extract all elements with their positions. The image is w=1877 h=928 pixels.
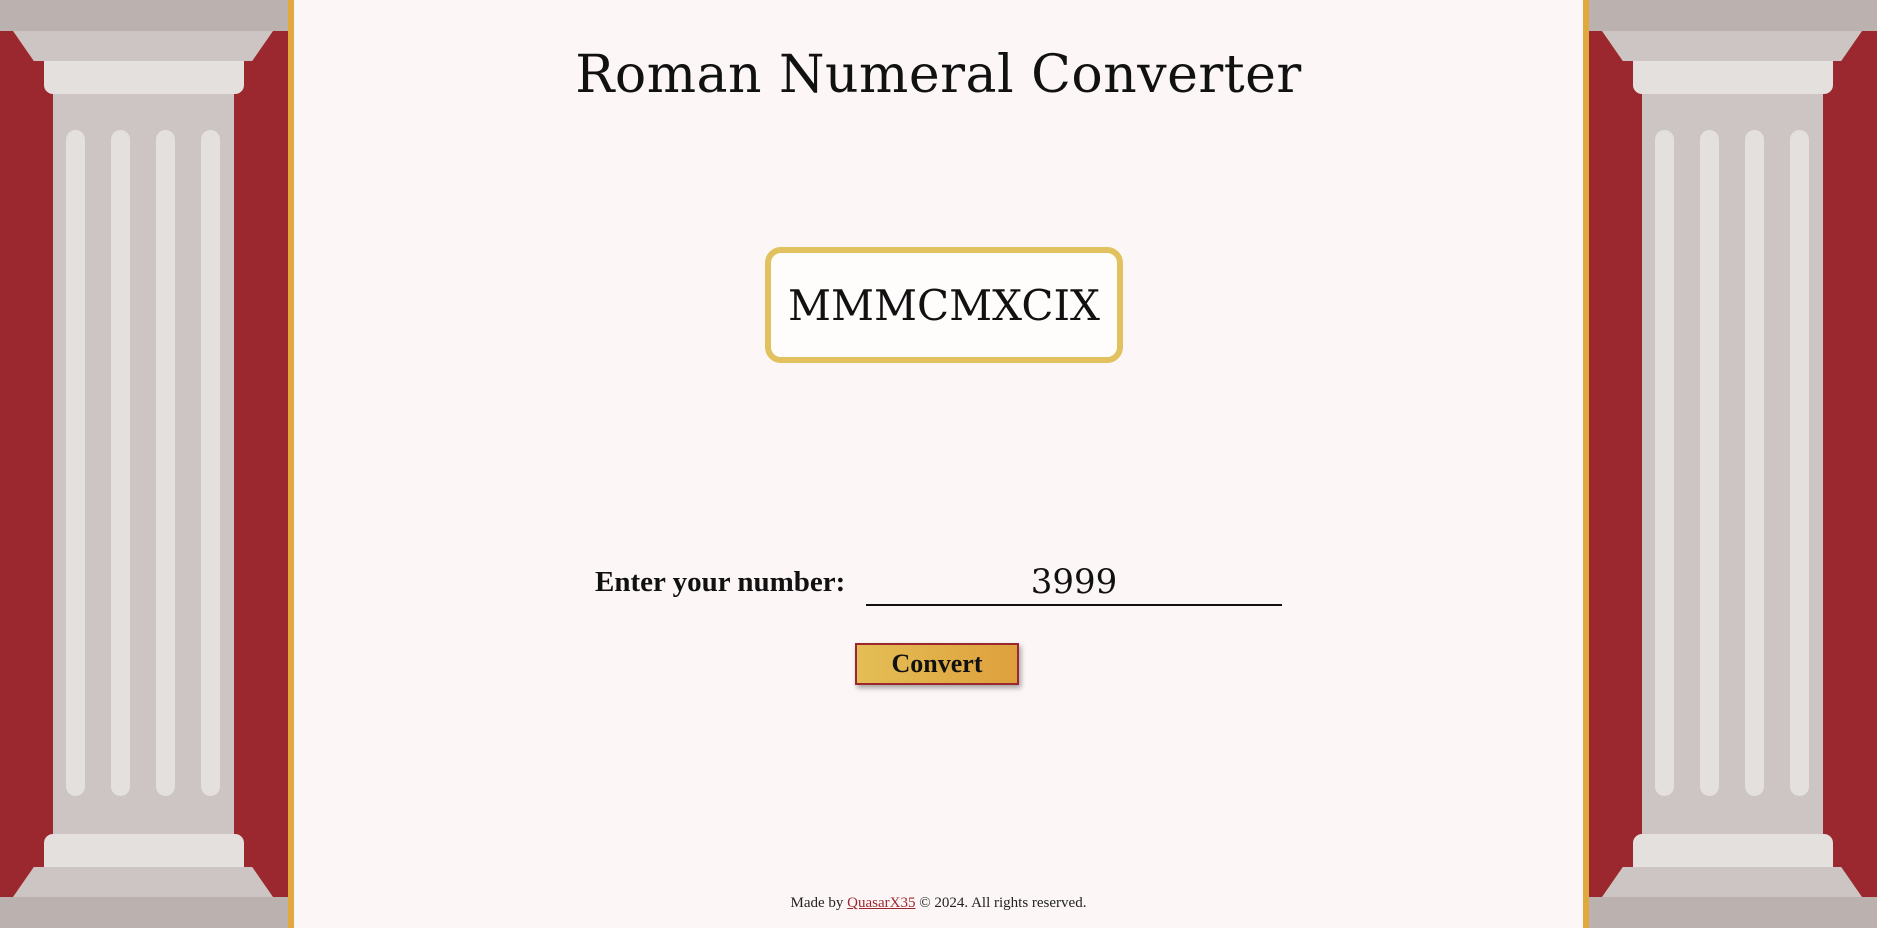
footer-copyright: © 2024. All rights reserved.: [919, 895, 1087, 911]
left-column-decoration: [0, 0, 288, 928]
column-flute: [1700, 130, 1719, 796]
column-echinus-top: [44, 61, 244, 94]
roman-numeral-output: MMMCMXCIX: [765, 247, 1123, 363]
column-bottom-slab: [1589, 897, 1877, 928]
column-flute: [66, 130, 85, 796]
main-panel: Roman Numeral Converter MMMCMXCIX Enter …: [288, 0, 1589, 928]
convert-button[interactable]: Convert: [855, 643, 1019, 685]
right-column-decoration: [1589, 0, 1877, 928]
column-flute: [201, 130, 220, 796]
column-top-slab: [1589, 0, 1877, 31]
column-flute: [1655, 130, 1674, 796]
column-base: [1602, 867, 1862, 897]
column-shaft: [53, 94, 234, 834]
column-echinus-bottom: [44, 834, 244, 867]
footer-prefix: Made by: [790, 895, 844, 911]
column-echinus-top: [1633, 61, 1833, 94]
column-bottom-slab: [0, 897, 288, 928]
column-flute: [1745, 130, 1764, 796]
column-echinus-bottom: [1633, 834, 1833, 867]
author-link[interactable]: QuasarX35: [847, 895, 915, 911]
column-capital-top: [13, 31, 273, 61]
column-base: [13, 867, 273, 897]
column-flute: [156, 130, 175, 796]
number-input-row: Enter your number:: [595, 560, 1295, 610]
column-top-slab: [0, 0, 288, 31]
number-input[interactable]: [866, 560, 1282, 606]
column-flute: [1790, 130, 1809, 796]
footer: Made by QuasarX35 © 2024. All rights res…: [294, 895, 1583, 912]
page-title: Roman Numeral Converter: [575, 45, 1302, 105]
column-shaft: [1642, 94, 1823, 834]
column-flute: [111, 130, 130, 796]
column-capital-top: [1602, 31, 1862, 61]
number-input-label: Enter your number:: [595, 566, 846, 598]
